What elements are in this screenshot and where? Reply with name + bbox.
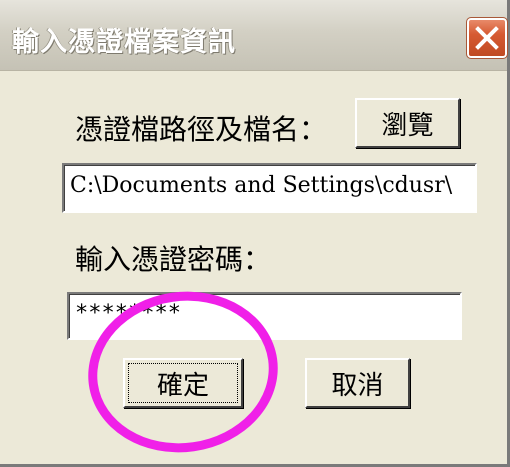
- cancel-button[interactable]: 取消: [305, 358, 410, 408]
- dialog-title: 輸入憑證檔案資訊: [12, 27, 236, 58]
- password-label: 輸入憑證密碼：: [75, 243, 272, 276]
- path-label: 憑證檔路徑及檔名：: [75, 113, 328, 146]
- certificate-path-field[interactable]: C:\Documents and Settings\cdusr\: [62, 163, 477, 213]
- close-button[interactable]: [466, 17, 508, 59]
- title-bar[interactable]: 輸入憑證檔案資訊: [0, 0, 508, 71]
- close-icon: [475, 26, 499, 50]
- browse-button[interactable]: 瀏覽: [355, 98, 460, 148]
- dialog-window: 輸入憑證檔案資訊 憑證檔路徑及檔名： 瀏覽 C:\Documents and S…: [0, 0, 510, 467]
